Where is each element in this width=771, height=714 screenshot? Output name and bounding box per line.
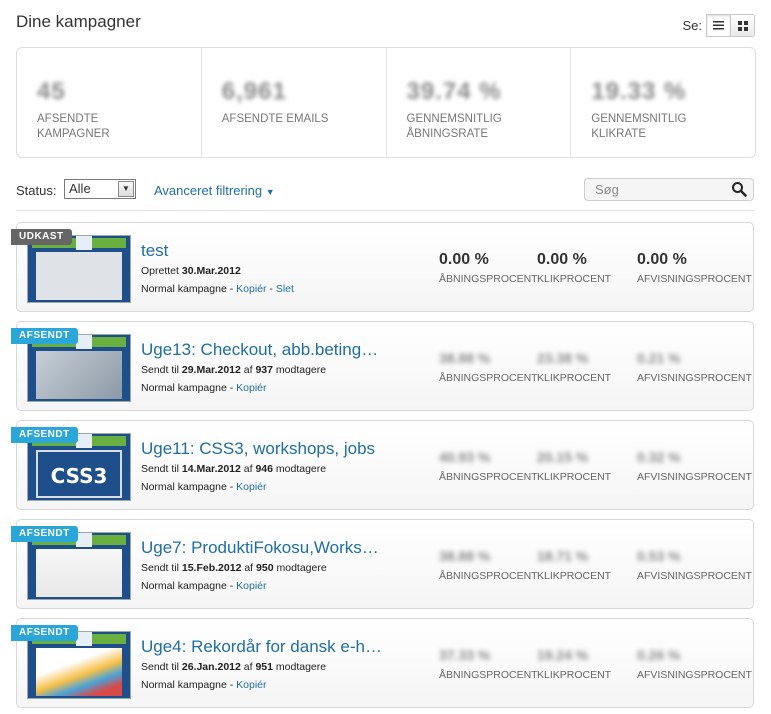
campaign-thumbnail[interactable] [27, 532, 131, 600]
campaign-thumbnail[interactable]: CSS3 [27, 433, 131, 501]
list-icon [713, 21, 724, 30]
campaign-thumbnail[interactable] [27, 631, 131, 699]
view-label: Se: [682, 18, 702, 33]
stat-value: 19.33 % [591, 78, 687, 105]
copy-link[interactable]: Kopiér [236, 580, 266, 592]
copy-link[interactable]: Kopiér [236, 283, 266, 295]
status-badge: AFSENDT [11, 427, 78, 443]
delete-link[interactable]: Slet [276, 283, 294, 295]
metric-click: 23.38 % KLIKPROCENT [537, 350, 612, 384]
view-switch: Se: [682, 14, 755, 37]
metric-bounce: 0.32 % AFVISNINGSPROCENT [637, 449, 752, 483]
status-value: Alle [69, 181, 91, 196]
metric-open: 0.00 % ÅBNINGSPROCENT [439, 251, 538, 285]
grid-icon [737, 20, 748, 31]
copy-link[interactable]: Kopiér [236, 382, 266, 394]
status-badge: AFSENDT [11, 625, 78, 641]
campaign-meta: Sendt til 29.Mar.2012 af 937 modtagere [141, 364, 327, 376]
stat-label: GENNEMSNITLIG KLIKRATE [591, 113, 687, 140]
status-badge: AFSENDT [11, 328, 78, 344]
copy-link[interactable]: Kopiér [236, 481, 266, 493]
campaign-meta: Oprettet 30.Mar.2012 [141, 265, 241, 277]
campaign-title[interactable]: Uge11: CSS3, workshops, jobs [141, 439, 375, 459]
stat-label: GENNEMSNITLIG ÅBNINGSRATE [406, 113, 502, 140]
metric-bounce: 0.53 % AFVISNINGSPROCENT [637, 548, 752, 582]
stat-click-rate: 19.33 % GENNEMSNITLIG KLIKRATE [571, 48, 755, 157]
status-select[interactable]: Alle ▼ [64, 179, 136, 199]
copy-link[interactable]: Kopiér [236, 679, 266, 691]
metric-click: 19.24 % KLIKPROCENT [537, 647, 612, 681]
campaign-actions: Normal kampagne - Kopiér [141, 679, 267, 691]
campaign-actions: Normal kampagne - Kopiér - Slet [141, 283, 294, 295]
campaign-card[interactable]: AFSENDT Uge4: Rekordår for dansk e-h… Se… [11, 618, 754, 708]
campaign-card[interactable]: AFSENDT Uge7: ProduktiFokosu,Works… Send… [11, 519, 754, 609]
filter-row: Status: Alle ▼ Avanceret filtrering ▼ Sø… [16, 178, 754, 208]
search-icon[interactable] [731, 181, 747, 197]
metric-bounce: 0.26 % AFVISNINGSPROCENT [637, 647, 752, 681]
metric-open: 38.88 % ÅBNINGSPROCENT [439, 350, 538, 384]
campaign-actions: Normal kampagne - Kopiér [141, 580, 267, 592]
stat-value: 39.74 % [406, 78, 502, 105]
advanced-filter-link[interactable]: Avanceret filtrering ▼ [154, 183, 275, 198]
search-placeholder: Søg [595, 182, 619, 197]
metric-click: 0.00 % KLIKPROCENT [537, 251, 612, 285]
campaign-title[interactable]: Uge7: ProduktiFokosu,Works… [141, 538, 379, 558]
search-input[interactable]: Søg [584, 178, 754, 201]
page-title: Dine kampagner [16, 12, 141, 31]
campaign-meta: Sendt til 15.Feb.2012 af 950 modtagere [141, 562, 327, 574]
campaign-card[interactable]: CSS3 AFSENDT Uge11: CSS3, workshops, job… [11, 420, 754, 510]
status-badge: AFSENDT [11, 526, 78, 542]
stat-sent-campaigns: 45 AFSENDTE KAMPAGNER [17, 48, 202, 157]
metric-open: 38.88 % ÅBNINGSPROCENT [439, 548, 538, 582]
campaign-title[interactable]: test [141, 241, 168, 261]
campaign-meta: Sendt til 26.Jan.2012 af 951 modtagere [141, 661, 327, 673]
campaign-thumbnail[interactable] [27, 235, 131, 303]
stat-sent-emails: 6,961 AFSENDTE EMAILS [202, 48, 387, 157]
campaign-thumbnail[interactable] [27, 334, 131, 402]
stat-label: AFSENDTE KAMPAGNER [37, 113, 110, 140]
stat-value: 45 [37, 78, 66, 105]
stat-value: 6,961 [221, 78, 287, 105]
metric-bounce: 0.00 % AFVISNINGSPROCENT [637, 251, 752, 285]
campaign-card[interactable]: UDKAST test Oprettet 30.Mar.2012 Normal … [11, 222, 754, 312]
caret-down-icon: ▼ [265, 187, 275, 197]
campaign-title[interactable]: Uge4: Rekordår for dansk e-h… [141, 637, 382, 657]
campaign-title[interactable]: Uge13: Checkout, abb.beting… [141, 340, 378, 360]
metric-open: 40.93 % ÅBNINGSPROCENT [439, 449, 538, 483]
campaign-actions: Normal kampagne - Kopiér [141, 382, 267, 394]
metric-click: 20.15 % KLIKPROCENT [537, 449, 612, 483]
stat-label: AFSENDTE EMAILS [221, 113, 329, 125]
metric-open: 37.33 % ÅBNINGSPROCENT [439, 647, 538, 681]
divider [16, 210, 754, 211]
status-badge: UDKAST [11, 229, 72, 245]
status-label: Status: [16, 183, 57, 198]
stats-panel: 45 AFSENDTE KAMPAGNER 6,961 AFSENDTE EMA… [16, 47, 756, 158]
chevron-down-icon: ▼ [118, 181, 134, 197]
campaign-card[interactable]: AFSENDT Uge13: Checkout, abb.beting… Sen… [11, 321, 754, 411]
campaign-meta: Sendt til 14.Mar.2012 af 946 modtagere [141, 463, 327, 475]
metric-click: 18.71 % KLIKPROCENT [537, 548, 612, 582]
metric-bounce: 0.21 % AFVISNINGSPROCENT [637, 350, 752, 384]
stat-open-rate: 39.74 % GENNEMSNITLIG ÅBNINGSRATE [387, 48, 572, 157]
list-view-button[interactable] [706, 14, 731, 37]
campaign-actions: Normal kampagne - Kopiér [141, 481, 267, 493]
grid-view-button[interactable] [731, 14, 755, 37]
